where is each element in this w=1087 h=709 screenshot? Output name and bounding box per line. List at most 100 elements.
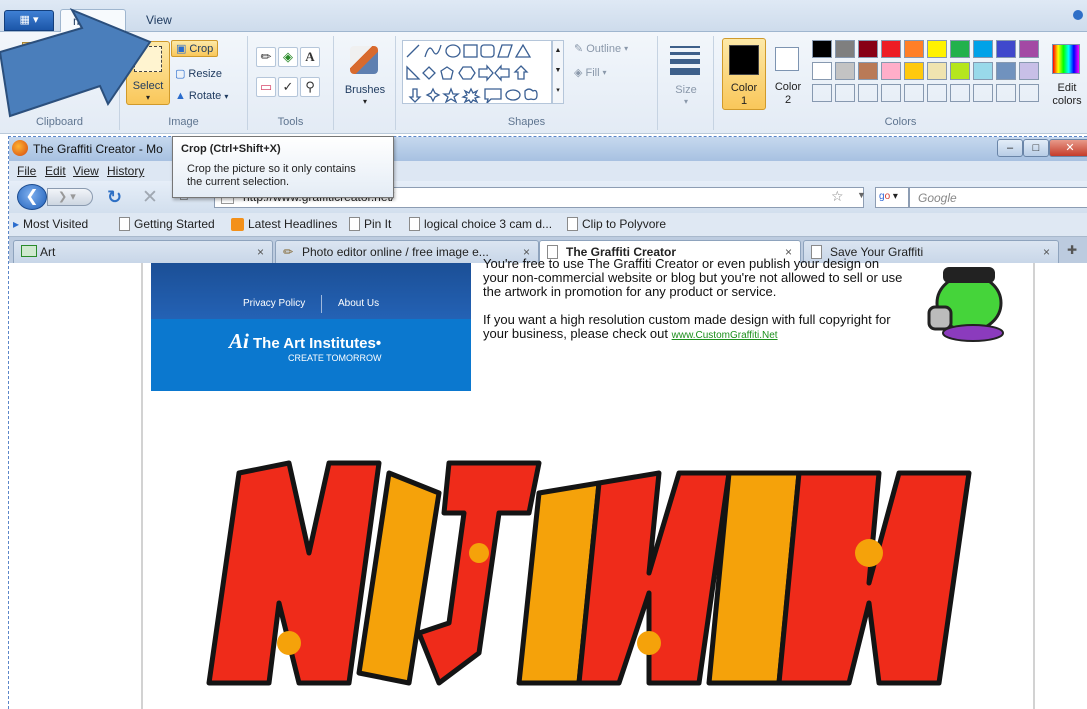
menu-history[interactable]: History [107,164,144,178]
menu-edit[interactable]: Edit [45,164,66,178]
size-button[interactable]: Size ▾ [662,40,710,110]
palette-swatch[interactable] [858,84,878,102]
palette-swatch[interactable] [812,40,832,58]
chevron-down-icon: ▾ [602,68,607,77]
stop-icon[interactable]: ✕ [142,186,158,209]
palette-swatch[interactable] [927,84,947,102]
rotate-button[interactable]: ▲ Rotate ▾ [175,90,228,102]
size-icon [670,46,700,75]
menu-file[interactable]: File [17,164,36,178]
brushes-label: Brushes [344,84,386,96]
clipboard-group-label: Clipboard [35,116,84,128]
shapes-gallery[interactable] [402,40,552,106]
tab-view[interactable]: View [134,9,184,32]
bookmark-label: Getting Started [134,217,215,231]
tab-label: Art [40,245,56,259]
size-group: Size ▾ [658,36,714,130]
tab-list-icon[interactable]: ✚ [1067,243,1077,257]
bookmark-label: Clip to Polyvore [582,217,667,231]
bookmark-clip-to-polyvore[interactable]: Clip to Polyvore [567,217,666,231]
tab-art[interactable]: Art × [13,240,273,263]
shapes-scroll[interactable]: ▲ ▼ ▾ [552,40,564,104]
palette-swatch[interactable] [950,40,970,58]
palette-swatch[interactable] [835,84,855,102]
resize-icon: ▢ [175,68,186,80]
palette-swatch[interactable] [1019,84,1039,102]
palette-swatch[interactable] [950,62,970,80]
palette-swatch[interactable] [904,84,924,102]
color-picker-icon[interactable]: ✓ [278,77,298,97]
palette-swatch[interactable] [835,40,855,58]
palette-swatch[interactable] [881,40,901,58]
palette-swatch[interactable] [1019,40,1039,58]
palette-swatch[interactable] [812,62,832,80]
brushes-button[interactable]: Brushes ▾ [340,40,390,106]
ad-banner[interactable]: Privacy Policy About Us Ai The Art Insti… [151,263,471,391]
forward-button[interactable]: ❯ ▾ [47,188,93,206]
crop-button[interactable]: ▣ Crop [171,40,219,57]
palette-swatch[interactable] [927,40,947,58]
ad-tagline: CREATE TOMORROW [288,353,382,363]
text-tool-icon[interactable]: A [300,47,320,67]
palette-swatch[interactable] [927,62,947,80]
color1-swatch [729,45,759,75]
palette-swatch[interactable] [996,62,1016,80]
fill-button[interactable]: ◈ Fill ▾ [574,66,607,80]
edit-colors-label-1: Edit [1057,82,1077,94]
color1-button[interactable]: Color 1 [722,38,766,110]
palette-swatch[interactable] [858,62,878,80]
back-button[interactable]: ❮ [17,184,47,210]
palette-swatch[interactable] [973,62,993,80]
maximize-icon[interactable]: □ [1023,139,1049,157]
palette-swatch[interactable] [1019,62,1039,80]
search-engine-icon[interactable]: go ▾ [875,187,909,208]
resize-label: Resize [188,67,223,80]
palette-swatch[interactable] [973,84,993,102]
eraser-icon[interactable]: ▭ [256,77,276,97]
bookmark-most-visited[interactable]: ▸ Most Visited [13,217,88,231]
reload-icon[interactable]: ↻ [107,187,122,208]
palette-swatch[interactable] [973,40,993,58]
about-us-link[interactable]: About Us [338,298,379,309]
bookmark-pin-it[interactable]: Pin It [349,217,391,231]
close-icon[interactable]: ✕ [1049,139,1087,157]
paint-menu-button[interactable]: ▦ ▾ [4,10,54,31]
palette-swatch[interactable] [904,40,924,58]
shapes-group-label: Shapes [507,116,546,128]
privacy-policy-link[interactable]: Privacy Policy [243,298,305,309]
paint-canvas[interactable]: The Graffiti Creator - Mo – □ ✕ File Edi… [8,136,1087,709]
minimize-icon[interactable]: – [997,139,1023,157]
resize-button[interactable]: ▢ Resize [175,67,223,81]
tab-home[interactable]: me [60,9,126,32]
palette-swatch[interactable] [835,62,855,80]
palette-swatch[interactable] [881,84,901,102]
fill-bucket-icon[interactable]: ◈ [278,47,298,67]
palette-swatch[interactable] [812,84,832,102]
outline-button[interactable]: ✎ Outline ▾ [574,42,628,56]
palette-swatch[interactable] [904,62,924,80]
palette-swatch[interactable] [858,40,878,58]
page-icon [119,217,130,231]
help-icon[interactable] [1073,10,1083,20]
bookmark-getting-started[interactable]: Getting Started [119,217,215,231]
magnifier-icon[interactable]: ⚲ [300,77,320,97]
custom-graffiti-link[interactable]: www.CustomGraffiti.Net [672,330,778,341]
palette-swatch[interactable] [996,84,1016,102]
edit-colors-button[interactable]: Edit colors [1048,40,1086,110]
menu-view[interactable]: View [73,164,99,178]
bookmark-logical-choice[interactable]: logical choice 3 cam d... [409,217,552,231]
search-input[interactable]: Google [909,187,1087,208]
palette-swatch[interactable] [881,62,901,80]
bookmark-star-icon[interactable]: ☆ [831,188,844,205]
select-button[interactable]: Select ▾ [126,41,170,105]
color2-button[interactable]: Color 2 [768,38,808,110]
tab-close-icon[interactable]: × [257,245,264,259]
tab-close-icon[interactable]: × [1043,245,1050,259]
shapes-group: ▲ ▼ ▾ ✎ Outline ▾ ◈ Fill ▾ Shapes [396,36,658,130]
palette-swatch[interactable] [950,84,970,102]
palette-swatch[interactable] [996,40,1016,58]
pencil-icon[interactable]: ✏ [256,47,276,67]
bookmark-latest-headlines[interactable]: Latest Headlines [231,217,337,231]
paste-icon[interactable] [22,42,48,72]
chevron-down-icon[interactable]: ▼ [857,190,866,200]
